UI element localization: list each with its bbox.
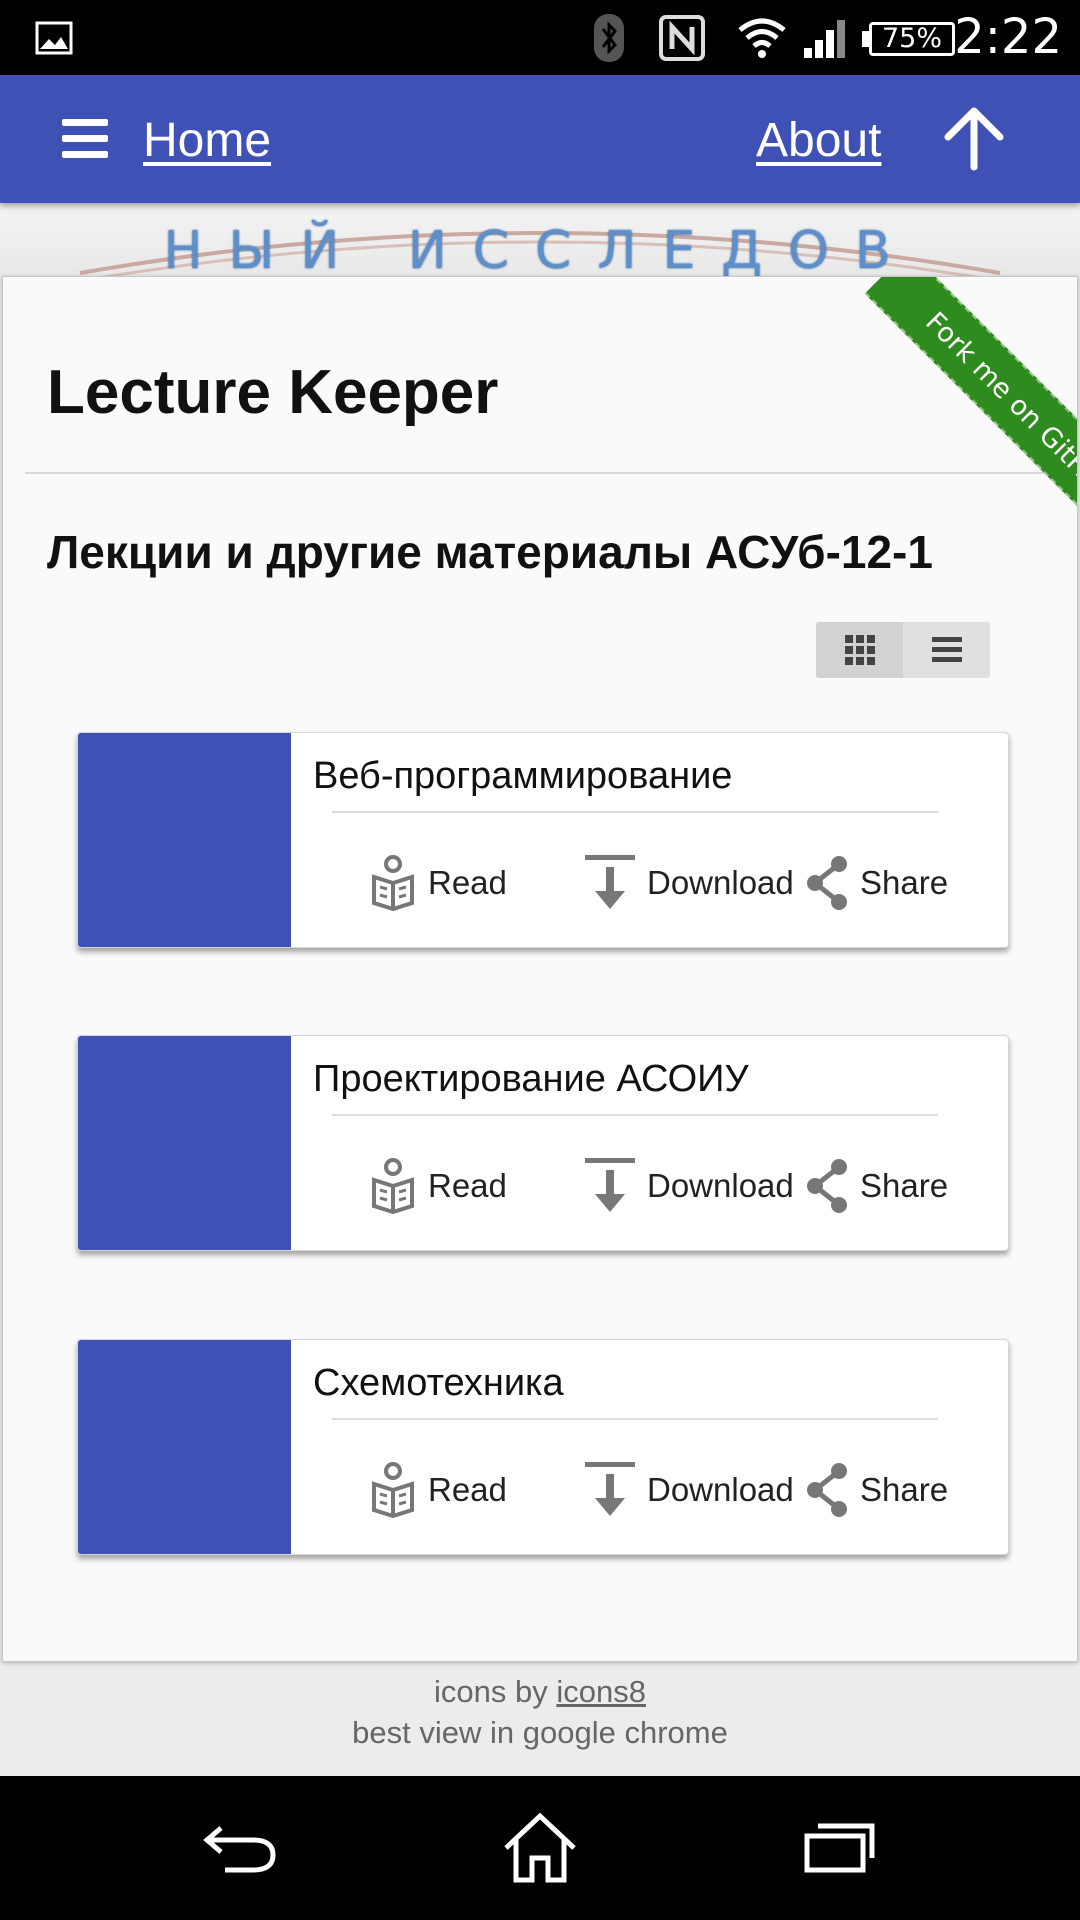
share-label: Share [860,1167,949,1204]
github-ribbon[interactable]: Fork me on GitHub [779,277,1077,575]
battery-icon [862,31,869,47]
wifi-icon [736,0,788,75]
download-label: Download [647,1167,794,1204]
read-label: Read [428,1167,507,1204]
read-button[interactable]: Read [370,1460,507,1520]
back-icon[interactable] [150,1776,330,1920]
download-icon [585,1158,635,1212]
divider [332,1114,938,1116]
about-link[interactable]: About [756,113,881,168]
arrow-up-icon[interactable] [942,105,1006,171]
download-button[interactable]: Download [585,1460,794,1520]
nfc-icon [658,0,706,75]
lecture-title[interactable]: Схемотехника [313,1362,564,1405]
lecture-card: Веб-программирование Read Download Share [77,732,1009,948]
read-book-icon [372,1462,414,1518]
share-button[interactable]: Share [806,1156,948,1216]
divider [332,1418,938,1420]
image-icon [34,0,74,75]
read-label: Read [428,864,507,901]
share-button[interactable]: Share [806,1460,948,1520]
footer-icons-prefix: icons by [434,1674,557,1709]
clock: 2:22 [954,9,1062,65]
share-label: Share [860,864,949,901]
status-bar: 75% 2:22 [0,0,1080,75]
read-book-icon [372,855,414,911]
building-sign: НЫЙ ИССЛЕДОВ [163,221,917,281]
app-bar: Home About [0,75,1080,203]
hero-image: НЫЙ ИССЛЕДОВ [0,203,1080,283]
lecture-thumbnail[interactable] [78,733,291,947]
read-label: Read [428,1471,507,1508]
lecture-card: Схемотехника Read Download Share [77,1339,1009,1555]
hamburger-menu-icon[interactable] [62,119,110,159]
view-toggle [816,622,990,678]
share-icon [807,856,847,910]
lecture-title[interactable]: Проектирование АСОИУ [313,1058,749,1101]
home-link[interactable]: Home [143,113,271,168]
read-book-icon [372,1158,414,1214]
read-button[interactable]: Read [370,853,507,913]
lecture-thumbnail[interactable] [78,1036,291,1250]
grid-view-icon[interactable] [816,622,903,678]
home-icon[interactable] [450,1776,630,1920]
share-button[interactable]: Share [806,853,948,913]
lecture-title[interactable]: Веб-программирование [313,755,732,798]
download-icon [585,1462,635,1516]
icons8-link[interactable]: icons8 [556,1674,646,1709]
download-label: Download [647,864,794,901]
share-icon [807,1463,847,1517]
share-label: Share [860,1471,949,1508]
signal-icon [802,0,848,75]
lecture-thumbnail[interactable] [78,1340,291,1554]
divider [332,811,938,813]
download-icon [585,855,635,909]
footer-credits: icons by icons8 [0,1674,1080,1710]
download-button[interactable]: Download [585,1156,794,1216]
main-card: Lecture Keeper Лекции и другие материалы… [2,276,1078,1662]
recents-icon[interactable] [750,1776,930,1920]
github-ribbon-label[interactable]: Fork me on GitHub [864,277,1077,563]
bluetooth-icon [594,0,624,75]
footer-best-view: best view in google chrome [352,1715,728,1750]
system-nav-bar [0,1776,1080,1920]
page-title: Lecture Keeper [47,358,499,427]
lecture-card: Проектирование АСОИУ Read Download Share [77,1035,1009,1251]
list-view-icon[interactable] [903,622,990,678]
share-icon [807,1159,847,1213]
read-button[interactable]: Read [370,1156,507,1216]
download-label: Download [647,1471,794,1508]
battery-level: 75% [869,22,955,56]
download-button[interactable]: Download [585,853,794,913]
